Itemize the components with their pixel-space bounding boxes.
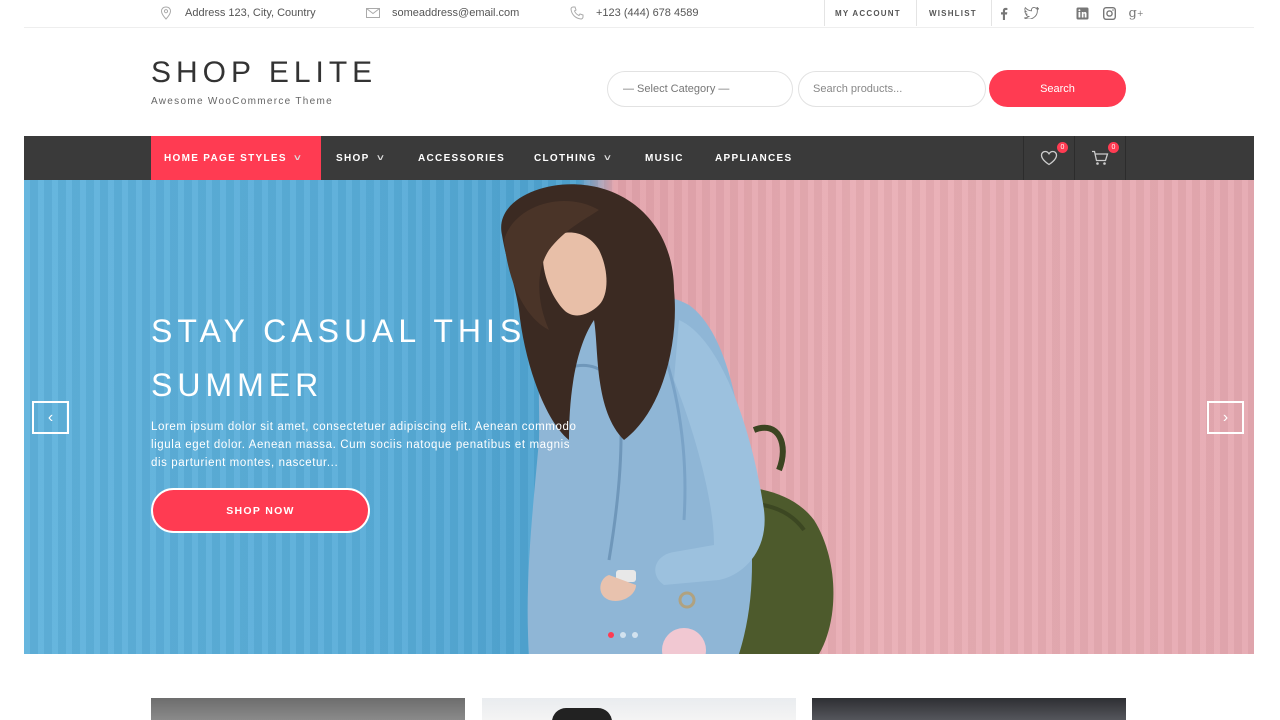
slider-dot[interactable] (632, 632, 638, 638)
phone-icon (570, 6, 584, 20)
my-account-link[interactable]: MY ACCOUNT (835, 0, 901, 26)
instagram-icon[interactable] (1101, 4, 1117, 22)
chevron-right-icon: › (1222, 408, 1229, 426)
chevron-left-icon: ‹ (47, 408, 54, 426)
nav-item-shop[interactable]: SHOP ˅ (336, 136, 384, 180)
nav-item-accessories[interactable]: ACCESSORIES (418, 136, 505, 180)
wishlist-count-badge: 0 (1057, 142, 1068, 153)
site-logo-title[interactable]: SHOP ELITE (151, 56, 377, 90)
hero-title-line: SUMMER (151, 367, 324, 403)
facebook-icon[interactable] (996, 4, 1012, 22)
category-select[interactable]: — Select Category — (607, 71, 793, 107)
hero-model-image (501, 184, 834, 654)
google-plus-icon[interactable]: g + (1128, 4, 1144, 22)
phone-item[interactable]: +123 (444) 678 4589 (570, 0, 698, 26)
divider (824, 0, 825, 26)
chevron-down-icon: ˅ (603, 153, 613, 163)
nav-item-label: HOME PAGE STYLES (164, 152, 287, 164)
hero-description: Lorem ipsum dolor sit amet, consectetuer… (151, 418, 621, 472)
slider-dot[interactable] (620, 632, 626, 638)
wishlist-heart-icon[interactable] (1038, 148, 1060, 168)
main-nav: HOME PAGE STYLES ˅ SHOP ˅ ACCESSORIES CL… (24, 136, 1254, 180)
hero-description-line: Lorem ipsum dolor sit amet, consectetuer… (151, 421, 577, 433)
search-button[interactable]: Search (989, 70, 1126, 107)
email-item[interactable]: someaddress@email.com (366, 0, 519, 26)
hero-description-line: dis parturient montes, nascetur... (151, 457, 339, 469)
twitter-icon[interactable] (1023, 4, 1039, 22)
search-input[interactable] (798, 71, 986, 107)
shop-now-button[interactable]: SHOP NOW (151, 488, 370, 533)
envelope-icon (366, 6, 380, 20)
nav-item-appliances[interactable]: APPLIANCES (715, 136, 792, 180)
category-select-value: — Select Category — (623, 83, 730, 95)
divider (916, 0, 917, 26)
site-tagline: Awesome WooCommerce Theme (151, 96, 334, 107)
hero-description-line: ligula eget dolor. Aenean massa. Cum soc… (151, 439, 571, 451)
cart-count-badge: 0 (1108, 142, 1119, 153)
divider (991, 0, 992, 26)
linkedin-icon[interactable] (1074, 4, 1090, 22)
address-item: Address 123, City, Country (159, 0, 316, 26)
nav-item-home-page-styles[interactable]: HOME PAGE STYLES ˅ (151, 136, 321, 180)
slider-prev-arrow[interactable]: ‹ (32, 401, 69, 434)
hero-title: STAY CASUAL THIS SUMMER (151, 304, 621, 412)
slider-next-arrow[interactable]: › (1207, 401, 1244, 434)
top-bar: Address 123, City, Country someaddress@e… (24, 0, 1254, 28)
phone-text[interactable]: +123 (444) 678 4589 (596, 7, 698, 19)
slider-dot[interactable] (608, 632, 614, 638)
nav-item-music[interactable]: MUSIC (645, 136, 684, 180)
nav-item-label: SHOP (336, 152, 370, 164)
divider (1074, 136, 1075, 180)
address-text: Address 123, City, Country (185, 7, 316, 19)
divider (1023, 136, 1024, 180)
chevron-down-icon: ˅ (376, 153, 386, 163)
email-text[interactable]: someaddress@email.com (392, 7, 519, 19)
hero-slider: STAY CASUAL THIS SUMMER Lorem ipsum dolo… (24, 180, 1254, 654)
hero-title-line: STAY CASUAL THIS (151, 313, 527, 349)
slider-pagination (608, 632, 638, 638)
nav-item-clothing[interactable]: CLOTHING ˅ (534, 136, 611, 180)
category-card-image[interactable] (151, 698, 465, 720)
chevron-down-icon: ˅ (293, 153, 303, 163)
wishlist-link[interactable]: WISHLIST (929, 0, 977, 26)
nav-item-label: MUSIC (645, 152, 684, 164)
nav-item-label: APPLIANCES (715, 152, 793, 164)
card-image-detail (552, 708, 612, 720)
nav-item-label: ACCESSORIES (418, 152, 506, 164)
category-card-image[interactable] (482, 698, 796, 720)
location-pin-icon (159, 6, 173, 20)
nav-item-label: CLOTHING (534, 152, 597, 164)
divider (1125, 136, 1126, 180)
category-card-image[interactable] (812, 698, 1126, 720)
cart-icon[interactable] (1089, 148, 1111, 168)
